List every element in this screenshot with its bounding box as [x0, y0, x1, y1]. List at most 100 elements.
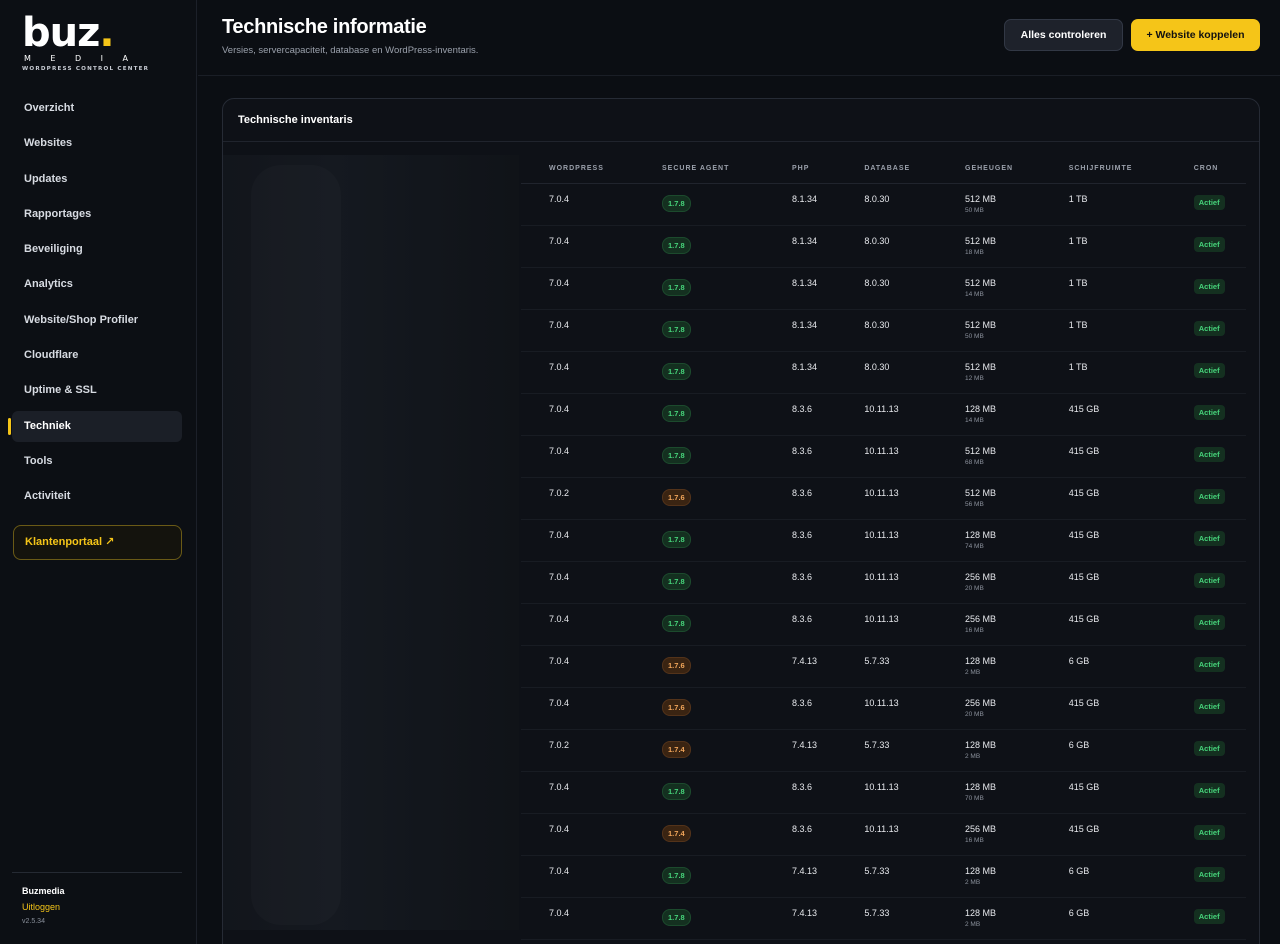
- table-row[interactable]: 7.0.4 1.7.6 7.4.13 5.7.33 128 MB 2 MB 6 GB Acti…: [521, 645, 1246, 688]
- table-row[interactable]: 7.0.4 1.7.6 8.3.6 10.11.13 256 MB 20 MB 415 GB…: [521, 687, 1246, 730]
- php-version: 8.3.6: [764, 687, 837, 730]
- table-row[interactable]: 7.0.2 1.7.6 8.3.6 10.11.13 512 MB 56 MB 415 GB…: [521, 477, 1246, 520]
- table-row[interactable]: 7.0.4 1.7.8 8.1.34 8.0.30 512 MB 12 MB 1 TB Act…: [521, 351, 1246, 394]
- table-row[interactable]: 7.0.4 1.7.8 8.3.6 10.11.13 512 MB 68 MB 415 GB…: [521, 435, 1246, 478]
- card-divider: [223, 141, 1259, 142]
- database-version: 10.11.13: [836, 813, 937, 856]
- table-row[interactable]: 7.0.4 1.7.8 8.3.6 10.11.13 128 MB 14 MB 415 GB…: [521, 393, 1246, 436]
- memory-used: 20 MB: [965, 584, 984, 592]
- table-row[interactable]: 7.0.4 1.7.8 8.1.34 8.0.30 512 MB 50 MB 1 TB Act…: [521, 183, 1246, 226]
- agent-version-badge: 1.7.8: [662, 866, 691, 884]
- sidebar-item-cloudflare[interactable]: Cloudflare: [12, 340, 182, 371]
- check-all-button[interactable]: Alles controleren: [1004, 19, 1123, 51]
- brand-logo[interactable]: buz. MEDIA WORDPRESS CONTROL CENTER: [22, 13, 162, 78]
- secure-agent-cell: 1.7.8: [634, 771, 765, 814]
- database-version: 5.7.33: [836, 855, 937, 898]
- sidebar-item-beveiliging[interactable]: Beveiliging: [12, 234, 182, 265]
- database-version: 8.0.30: [836, 225, 937, 268]
- sidebar-item-updates[interactable]: Updates: [12, 164, 182, 195]
- memory-limit: 512 MB: [965, 193, 997, 204]
- column-header: CRON: [1165, 155, 1246, 184]
- sidebar-item-websites[interactable]: Websites: [12, 128, 182, 159]
- database-version: 5.7.33: [836, 645, 937, 688]
- table-row[interactable]: 7.0.4 1.7.8 8.1.34 8.0.30 512 MB 18 MB 1 TB Act…: [521, 225, 1246, 268]
- table-row[interactable]: 7.0.4 1.7.4 8.3.6 10.11.13 256 MB 16 MB 415 GB…: [521, 813, 1246, 856]
- cron-cell: Actief: [1165, 351, 1246, 394]
- php-version: 8.3.6: [764, 813, 837, 856]
- wordpress-version: 7.0.4: [521, 267, 635, 310]
- sidebar-item-tools[interactable]: Tools: [12, 446, 182, 477]
- secure-agent-cell: 1.7.8: [634, 897, 765, 940]
- table-row[interactable]: 7.0.4 1.7.8 8.1.34 8.0.30 512 MB 50 MB 1 TB Act…: [521, 309, 1246, 352]
- memory-limit: 128 MB: [965, 739, 997, 750]
- sidebar-item-techniek[interactable]: Techniek: [8, 410, 182, 442]
- sidebar-item-analytics[interactable]: Analytics: [12, 269, 182, 300]
- memory-cell: 256 MB 20 MB: [937, 561, 1041, 604]
- memory-used: 68 MB: [965, 458, 984, 466]
- table-row[interactable]: 7.0.4 1.7.8 8.3.6 10.11.13 256 MB 16 MB 415 GB…: [521, 603, 1246, 646]
- logo-media: MEDIA: [24, 54, 148, 63]
- php-version: 7.4.13: [764, 897, 837, 940]
- disk-space: 415 GB: [1040, 477, 1166, 520]
- cron-status-badge: Actief: [1193, 362, 1225, 378]
- cron-status-badge: Actief: [1193, 194, 1225, 210]
- database-version: 10.11.13: [836, 561, 937, 604]
- column-header: DATABASE: [836, 155, 937, 184]
- client-portal-button[interactable]: Klantenportaal ↗: [13, 525, 182, 560]
- secure-agent-cell: 1.7.8: [634, 267, 765, 310]
- database-version: 10.11.13: [836, 477, 937, 520]
- memory-limit: 512 MB: [965, 487, 997, 498]
- agent-version-badge: 1.7.8: [662, 236, 691, 254]
- secure-agent-cell: 1.7.4: [634, 813, 765, 856]
- secure-agent-cell: 1.7.8: [634, 309, 765, 352]
- sidebar-item-uptime-ssl[interactable]: Uptime & SSL: [12, 375, 182, 406]
- table-row[interactable]: 7.0.4 1.7.8 8.3.6 10.11.13 256 MB 20 MB 415 GB…: [521, 561, 1246, 604]
- cron-cell: Actief: [1165, 477, 1246, 520]
- logo-dot: .: [99, 10, 114, 56]
- memory-limit: 256 MB: [965, 823, 997, 834]
- add-website-button[interactable]: + Website koppelen: [1131, 19, 1260, 51]
- table-header-row: WORDPRESS SECURE AGENT PHP DATABASE GEHEUGEN…: [521, 155, 1246, 184]
- php-version: 8.1.34: [764, 351, 837, 394]
- database-version: 5.7.33: [836, 897, 937, 940]
- table-row[interactable]: 7.0.4 1.7.8 8.3.6 10.11.13 128 MB 70 MB 415 GB…: [521, 771, 1246, 814]
- wordpress-version: 7.0.4: [521, 351, 635, 394]
- logout-link[interactable]: Uitloggen: [22, 902, 60, 912]
- agent-version-badge: 1.7.6: [662, 698, 691, 716]
- sidebar-item-overzicht[interactable]: Overzicht: [12, 93, 182, 124]
- app-version: v2.5.34: [22, 918, 45, 925]
- cron-cell: Actief: [1165, 645, 1246, 688]
- cron-cell: Actief: [1165, 393, 1246, 436]
- php-version: 8.3.6: [764, 393, 837, 436]
- memory-cell: 128 MB 2 MB: [937, 645, 1041, 688]
- wordpress-version: 7.0.4: [521, 813, 635, 856]
- column-header: SCHIJFRUIMTE: [1040, 155, 1166, 184]
- cron-cell: Actief: [1165, 561, 1246, 604]
- agent-version-badge: 1.7.8: [662, 908, 691, 926]
- logo-subtitle: WORDPRESS CONTROL CENTER: [22, 66, 150, 72]
- memory-cell: 512 MB 50 MB: [937, 183, 1041, 226]
- database-version: 10.11.13: [836, 435, 937, 478]
- sidebar-item-activiteit[interactable]: Activiteit: [12, 481, 182, 512]
- memory-limit: 512 MB: [965, 235, 997, 246]
- table-row[interactable]: 7.0.2 1.7.4 7.4.13 5.7.33 128 MB 2 MB 6 GB Acti…: [521, 729, 1246, 772]
- secure-agent-cell: 1.7.8: [634, 183, 765, 226]
- database-version: 10.11.13: [836, 687, 937, 730]
- memory-cell: 512 MB 12 MB: [937, 351, 1041, 394]
- disk-space: 415 GB: [1040, 603, 1166, 646]
- cron-cell: Actief: [1165, 687, 1246, 730]
- wordpress-version: 7.0.4: [521, 225, 635, 268]
- wordpress-version: 7.0.4: [521, 519, 635, 562]
- table-row[interactable]: 7.0.4 1.7.8 8.3.6 10.11.13 128 MB 74 MB 415 GB…: [521, 519, 1246, 562]
- php-version: 8.3.6: [764, 519, 837, 562]
- sidebar-item-website-shop-profiler[interactable]: Website/Shop Profiler: [12, 305, 182, 336]
- secure-agent-cell: 1.7.8: [634, 519, 765, 562]
- table-row[interactable]: 7.0.4 1.7.8 7.4.13 5.7.33 128 MB 2 MB 6 GB Acti…: [521, 897, 1246, 940]
- cron-status-badge: Actief: [1193, 824, 1225, 840]
- sidebar-item-rapportages[interactable]: Rapportages: [12, 199, 182, 230]
- table-row[interactable]: 7.0.4 1.7.8 8.1.34 8.0.30 512 MB 14 MB 1 TB Act…: [521, 267, 1246, 310]
- table-row[interactable]: 7.0.4 1.7.8 7.4.13 5.7.33 128 MB 2 MB 6 GB Acti…: [521, 855, 1246, 898]
- cron-status-badge: Actief: [1193, 740, 1225, 756]
- wordpress-version: 7.0.4: [521, 309, 635, 352]
- wordpress-version: 7.0.4: [521, 435, 635, 478]
